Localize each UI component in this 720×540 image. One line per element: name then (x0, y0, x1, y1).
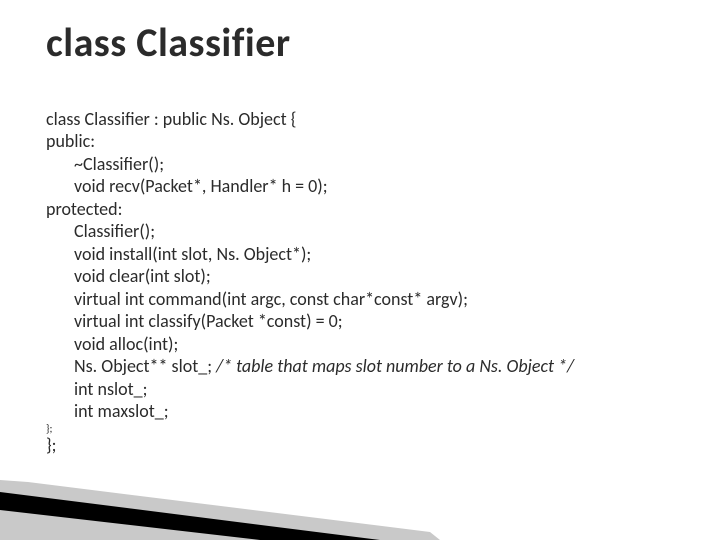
code-comment: /* table that maps slot number to a Ns. … (216, 355, 574, 377)
code-line: ~Classifier(); (46, 153, 684, 176)
code-line: protected: (46, 198, 122, 220)
code-line: int maxslot_; (46, 400, 684, 423)
code-block: class Classifier : public Ns. Object { p… (46, 85, 684, 479)
code-line: Ns. Object** slot_; /* table that maps s… (46, 355, 684, 378)
code-line: class Classifier : public Ns. Object { (46, 108, 296, 130)
code-line: Classifier(); (46, 220, 684, 243)
code-line: void alloc(int); (46, 333, 684, 356)
code-line: }; (46, 434, 56, 456)
code-line: virtual int classify(Packet *const) = 0; (46, 310, 684, 333)
code-line: int nslot_; (46, 378, 684, 401)
code-line: public: (46, 130, 95, 152)
code-line: void recv(Packet*, Handler* h = 0); (46, 175, 684, 198)
code-line: }; (46, 423, 684, 434)
slide-title: class Classifier (46, 18, 684, 67)
code-line: virtual int command(int argc, const char… (46, 288, 684, 311)
code-line: void install(int slot, Ns. Object*); (46, 243, 684, 266)
slide: class Classifier class Classifier : publ… (0, 0, 720, 540)
code-line: void clear(int slot); (46, 265, 684, 288)
